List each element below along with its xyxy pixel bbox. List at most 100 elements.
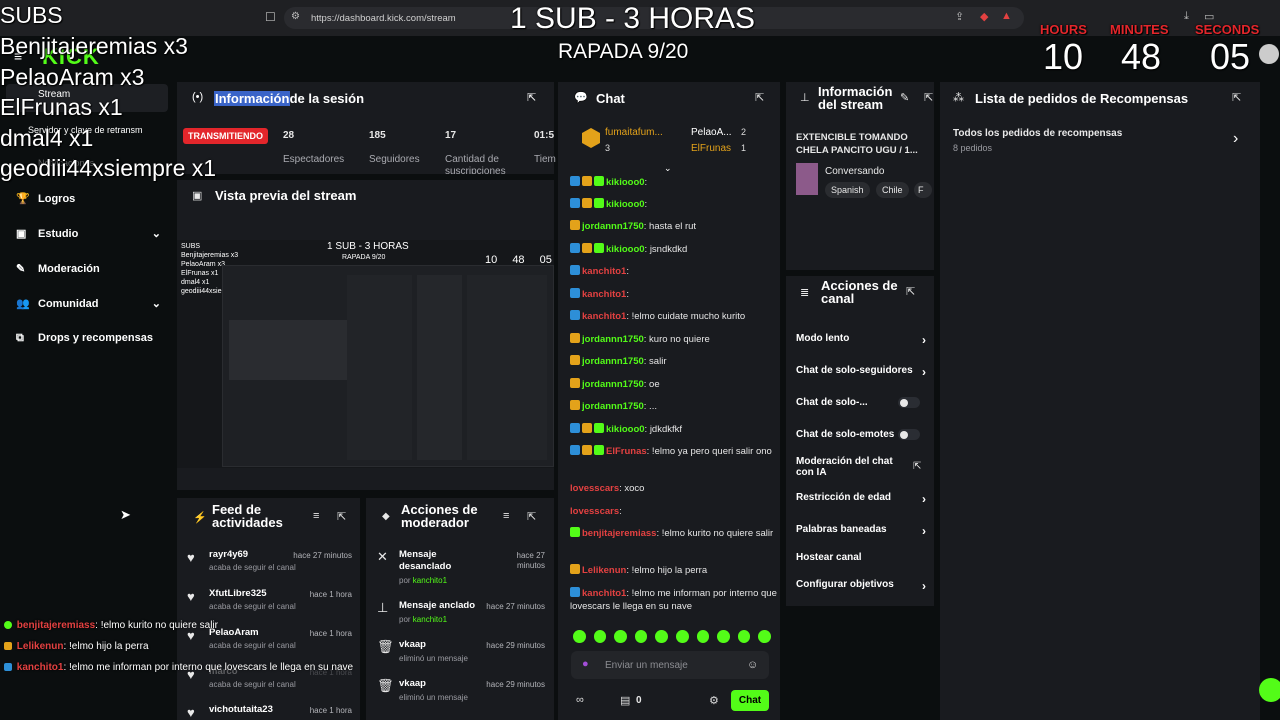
chat-username[interactable]: lovesscars: [570, 483, 619, 494]
popout-icon[interactable]: ⇱: [906, 285, 915, 298]
chat-username[interactable]: kikiooo0: [606, 244, 645, 255]
emote-icon[interactable]: [634, 630, 648, 643]
chat-message[interactable]: kikiooo0: jdkdkfkf: [570, 423, 780, 436]
chat-message[interactable]: kanchito1:: [570, 288, 780, 301]
sidebar-item-logros[interactable]: 🏆 Logros: [16, 192, 75, 205]
chat-username[interactable]: jordannn1750: [582, 401, 644, 412]
bookmark-icon[interactable]: ☐: [265, 10, 276, 24]
edit-icon[interactable]: ✎: [900, 91, 909, 104]
tag-spanish[interactable]: Spanish: [825, 182, 870, 198]
emote-icon[interactable]: [758, 630, 771, 643]
top-gifter-1-name[interactable]: fumaitafum...: [605, 127, 663, 138]
action-slow-mode[interactable]: Modo lento ›: [796, 333, 926, 347]
chat-message[interactable]: lovesscars:: [570, 505, 780, 518]
all-rewards-link[interactable]: Todos los pedidos de recompensas: [953, 128, 1122, 139]
emote-icon[interactable]: [675, 630, 689, 643]
action-subs-only[interactable]: Chat de solo-...: [796, 397, 926, 408]
chat-username[interactable]: kanchito1: [582, 266, 626, 277]
url-text[interactable]: https://dashboard.kick.com/stream: [311, 13, 456, 24]
chat-message[interactable]: jordannn1750: salir: [570, 355, 780, 368]
subs-only-toggle[interactable]: [898, 397, 920, 408]
action-goals[interactable]: Configurar objetivos ›: [796, 579, 926, 593]
popout-icon[interactable]: ⇱: [527, 510, 536, 523]
tag-more[interactable]: F: [914, 182, 932, 198]
download-icon[interactable]: ⤓: [1184, 10, 1189, 23]
chat-username[interactable]: Lelikenun: [582, 565, 626, 576]
chat-message[interactable]: jordannn1750: ...: [570, 400, 780, 413]
action-ai-moderation[interactable]: Moderación del chat con IA: [796, 456, 906, 478]
chat-message[interactable]: kikiooo0: jsndkdkd: [570, 243, 780, 256]
emote-icon[interactable]: [717, 630, 730, 643]
chevron-right-icon[interactable]: ›: [1233, 130, 1238, 148]
chat-message[interactable]: kikiooo0:: [570, 176, 780, 189]
popout-icon[interactable]: ⇱: [337, 510, 346, 523]
chat-message[interactable]: kikiooo0:: [570, 198, 780, 211]
chat-message[interactable]: jordannn1750: hasta el rut: [570, 220, 780, 233]
pin-chevron-icon[interactable]: ⌄: [664, 163, 672, 174]
sidebar-item-comunidad[interactable]: 👥 Comunidad ⌄: [16, 297, 161, 310]
mic-icon[interactable]: ●: [582, 658, 589, 670]
emote-icon[interactable]: [573, 630, 586, 643]
top-gifter-3-name[interactable]: ElFrunas: [691, 143, 731, 154]
chat-username[interactable]: kanchito1: [582, 311, 626, 322]
popout-icon[interactable]: ⇱: [755, 91, 764, 104]
external-link-icon[interactable]: ⇱: [913, 461, 921, 472]
chat-username[interactable]: lovesscars: [570, 506, 619, 517]
action-followers-only[interactable]: Chat de solo-seguidores ›: [796, 365, 926, 379]
emote-icon[interactable]: [593, 630, 607, 643]
chat-message[interactable]: ElFrunas: !elmo ya pero queri salir ono: [570, 445, 780, 458]
stream-preview-video[interactable]: SUBS Benjitajeremias x3 PelaoAram x3 ElF…: [177, 240, 554, 468]
chat-message[interactable]: kanchito1: !elmo cuidate mucho kurito: [570, 310, 780, 323]
site-info-icon[interactable]: ⚙: [291, 11, 300, 22]
action-host-channel[interactable]: Hostear canal: [796, 552, 926, 563]
sidebar-item-estudio[interactable]: ▣ Estudio ⌄: [16, 227, 161, 240]
emote-icon[interactable]: [655, 630, 668, 643]
popout-icon[interactable]: ⇱: [527, 91, 536, 104]
popout-icon[interactable]: ⇱: [924, 91, 933, 104]
top-gifter-2-name[interactable]: PelaoA...: [691, 127, 732, 138]
chat-message[interactable]: kanchito1:: [570, 265, 780, 278]
chat-message[interactable]: Lelikenun: !elmo hijo la perra: [570, 564, 780, 577]
share-icon[interactable]: ⇪: [955, 10, 964, 23]
popout-icon[interactable]: ⇱: [1232, 91, 1241, 104]
category-name[interactable]: Conversando: [825, 166, 884, 177]
chat-username[interactable]: ElFrunas: [606, 446, 647, 457]
emote-icon[interactable]: [737, 630, 751, 643]
chat-message[interactable]: jordannn1750: kuro no quiere: [570, 333, 780, 346]
gift-icon[interactable]: ▤: [620, 694, 630, 707]
chat-message[interactable]: kanchito1: !elmo me informan por interno…: [570, 587, 780, 613]
chat-username[interactable]: kanchito1: [582, 289, 626, 300]
chat-username[interactable]: kikiooo0: [606, 199, 645, 210]
action-emotes-only[interactable]: Chat de solo-emotes: [796, 429, 926, 440]
emotes-only-toggle[interactable]: [898, 429, 920, 440]
chat-username[interactable]: jordannn1750: [582, 334, 644, 345]
sidebar-item-drops[interactable]: ⧉ Drops y recompensas: [16, 332, 153, 345]
chat-username[interactable]: jordannn1750: [582, 379, 644, 390]
chat-message[interactable]: jordannn1750: oe: [570, 378, 780, 391]
action-banned-words[interactable]: Palabras baneadas ›: [796, 524, 926, 538]
chat-username[interactable]: jordannn1750: [582, 356, 644, 367]
chat-username[interactable]: kikiooo0: [606, 177, 645, 188]
chat-message[interactable]: benjitajeremiass: !elmo kurito no quiere…: [570, 527, 780, 540]
chat-username[interactable]: benjitajeremiass: [582, 528, 656, 539]
avatar[interactable]: [1259, 44, 1279, 64]
tag-chile[interactable]: Chile: [876, 182, 909, 198]
extension-icon[interactable]: ◆: [980, 10, 988, 23]
send-chat-button[interactable]: Chat: [731, 690, 769, 711]
alert-icon[interactable]: ▲: [1001, 10, 1012, 22]
filter-icon[interactable]: ≡: [503, 510, 509, 522]
emoji-icon[interactable]: ☺: [747, 659, 758, 671]
chat-message[interactable]: lovesscars: xoco: [570, 482, 780, 495]
chat-username[interactable]: jordannn1750: [582, 221, 644, 232]
points-icon[interactable]: ∞: [576, 694, 584, 706]
chat-username[interactable]: kanchito1: [582, 588, 626, 599]
settings-icon[interactable]: ⚙: [709, 694, 719, 707]
filter-icon[interactable]: ≡: [313, 510, 319, 522]
sidebar-item-moderacion[interactable]: ✎ Moderación: [16, 262, 100, 275]
support-button[interactable]: [1259, 678, 1280, 702]
action-age-restriction[interactable]: Restricción de edad ›: [796, 492, 926, 506]
chat-username[interactable]: kikiooo0: [606, 424, 645, 435]
emote-icon[interactable]: [614, 630, 627, 643]
wrench-icon: ✎: [16, 263, 26, 275]
emote-icon[interactable]: [696, 630, 710, 643]
